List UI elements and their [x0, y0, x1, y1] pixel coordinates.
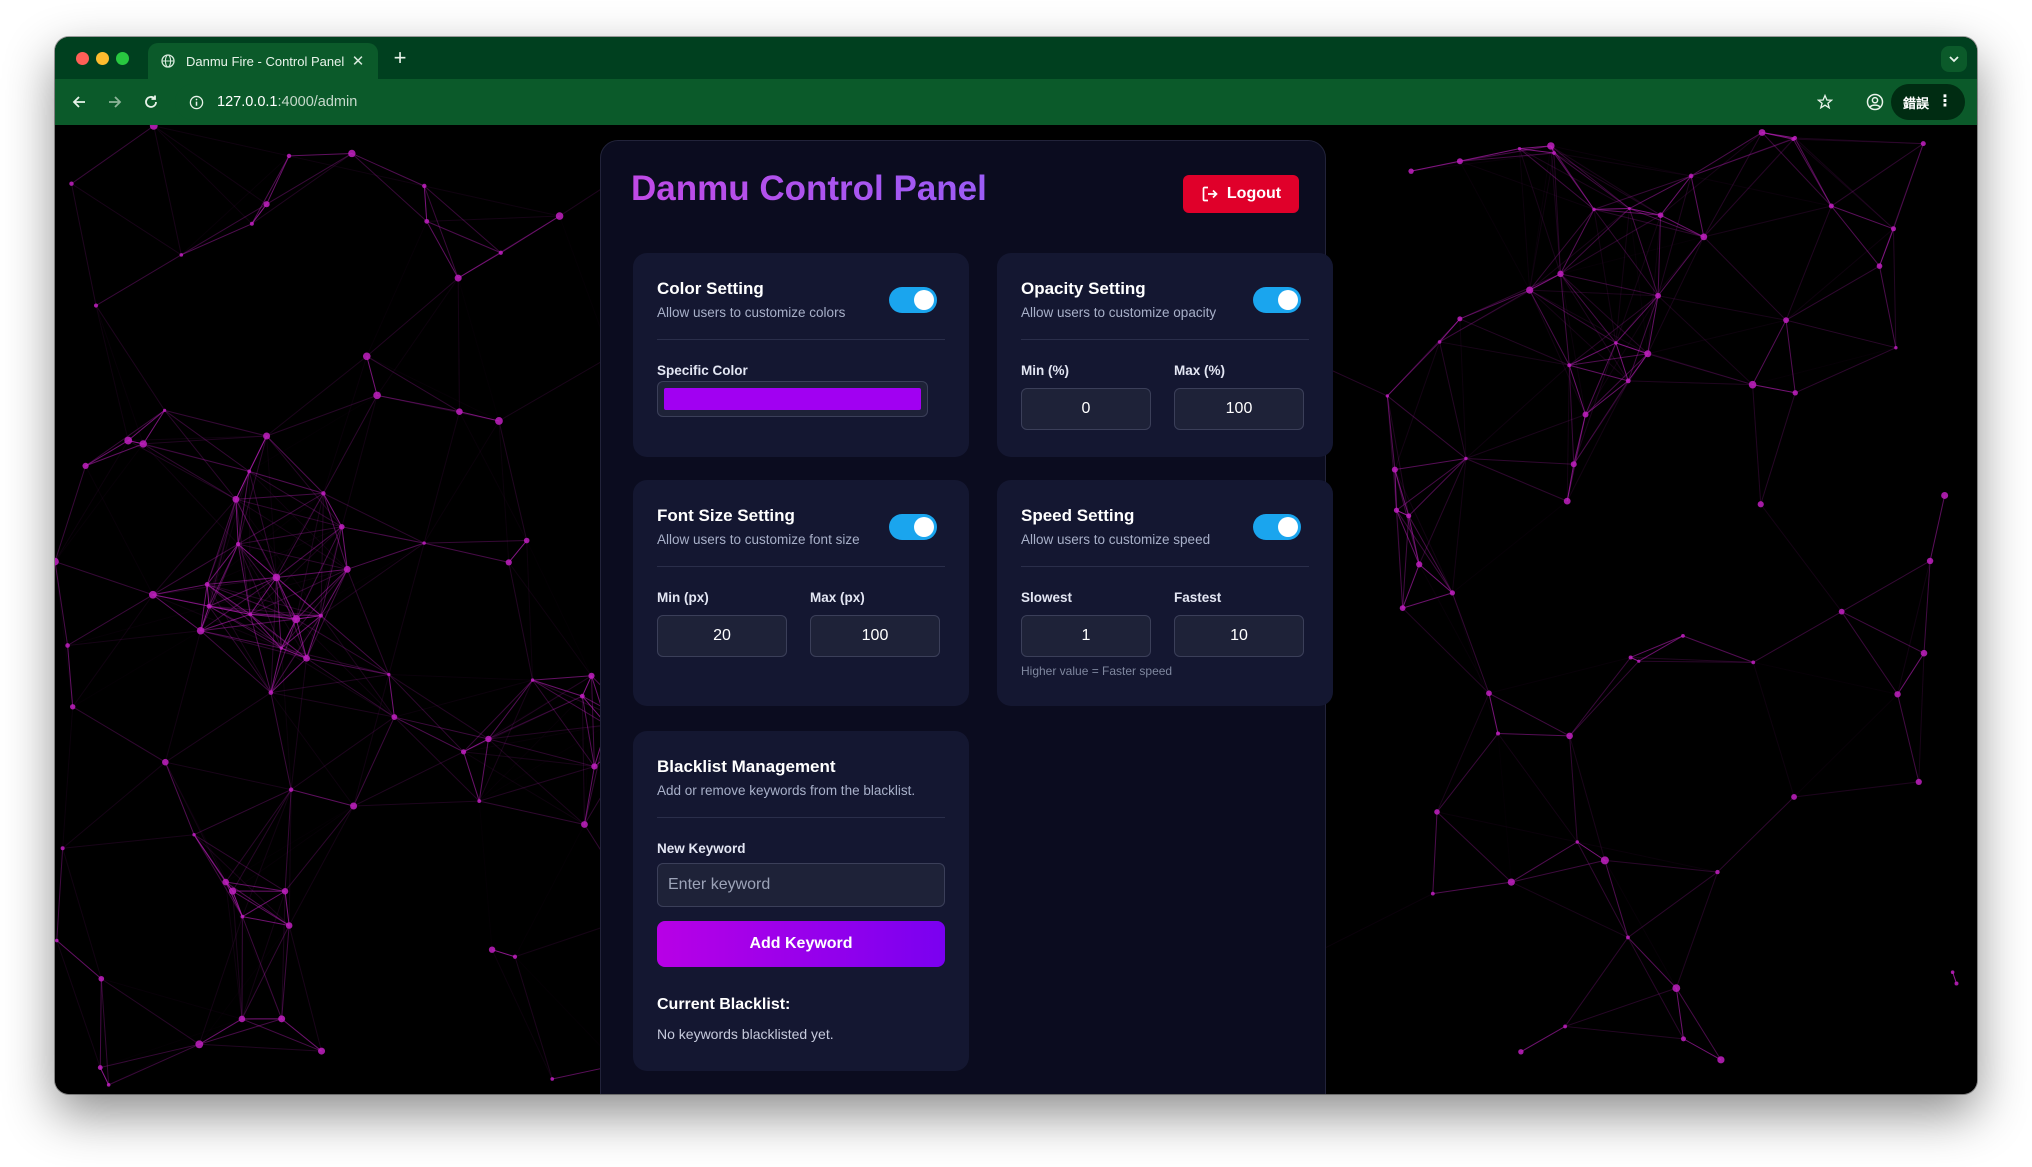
card-description: Allow users to customize colors: [657, 305, 846, 320]
account-icon: [1866, 93, 1884, 111]
close-window-button[interactable]: [76, 52, 89, 65]
font-size-setting-toggle[interactable]: [889, 514, 937, 540]
tab-title: Danmu Fire - Control Panel: [186, 53, 345, 69]
toggle-knob: [914, 290, 934, 310]
opacity-setting-card: Opacity Setting Allow users to customize…: [997, 253, 1333, 457]
toggle-knob: [1278, 290, 1298, 310]
card-title: Blacklist Management: [657, 757, 836, 776]
tab-search-button[interactable]: [1941, 46, 1967, 72]
error-label: 錯誤: [1902, 95, 1929, 111]
browser-toolbar: 127.0.0.1:4000/admin 錯誤 ⋮: [55, 79, 1977, 125]
card-description: Add or remove keywords from the blacklis…: [657, 783, 916, 798]
blacklist-card: Blacklist Management Add or remove keywo…: [633, 731, 969, 1071]
new-tab-button[interactable]: +: [388, 47, 412, 69]
control-panel: Danmu Control Panel Logout Color Setting…: [600, 140, 1333, 1094]
speed-slowest-label: Slowest: [1021, 590, 1073, 605]
minimize-window-button[interactable]: [96, 52, 109, 65]
divider: [657, 817, 945, 818]
card-title: Opacity Setting: [1021, 279, 1146, 298]
logout-button[interactable]: Logout: [1183, 175, 1299, 213]
specific-color-label: Specific Color: [657, 363, 748, 378]
address-bar[interactable]: 127.0.0.1:4000/admin: [175, 84, 1935, 120]
page-title: Danmu Control Panel: [631, 169, 987, 208]
arrow-left-icon: [72, 96, 85, 108]
color-setting-card: Color Setting Allow users to customize c…: [633, 253, 969, 457]
speed-hint: Higher value = Faster speed: [1021, 664, 1173, 678]
site-info-icon[interactable]: [187, 93, 205, 111]
bookmark-button[interactable]: [1813, 90, 1837, 114]
profile-button[interactable]: [1863, 90, 1887, 114]
blacklist-empty-message: No keywords blacklisted yet.: [657, 1026, 834, 1042]
error-menu-button[interactable]: 錯誤 ⋮: [1890, 84, 1965, 120]
speed-fastest-label: Fastest: [1174, 590, 1222, 605]
opacity-max-input[interactable]: 100: [1174, 388, 1304, 430]
speed-setting-card: Speed Setting Allow users to customize s…: [997, 480, 1333, 706]
speed-setting-toggle[interactable]: [1253, 514, 1301, 540]
card-title: Speed Setting: [1021, 506, 1135, 525]
url-path: :4000/admin: [277, 94, 358, 110]
card-description: Allow users to customize speed: [1021, 532, 1211, 547]
speed-fastest-input[interactable]: 10: [1174, 615, 1304, 657]
opacity-setting-toggle[interactable]: [1253, 287, 1301, 313]
card-title: Color Setting: [657, 279, 764, 298]
arrow-right-icon: [109, 96, 122, 108]
globe-icon: [160, 53, 176, 69]
new-keyword-label: New Keyword: [657, 841, 746, 856]
toggle-knob: [914, 517, 934, 537]
color-setting-toggle[interactable]: [889, 287, 937, 313]
font-size-max-label: Max (px): [810, 590, 865, 605]
keyword-input[interactable]: Enter keyword: [657, 863, 945, 907]
divider: [1021, 339, 1309, 340]
font-size-min-input[interactable]: 20: [657, 615, 787, 657]
toggle-knob: [1278, 517, 1298, 537]
font-size-min-label: Min (px): [657, 590, 709, 605]
reload-icon: [145, 95, 157, 108]
card-title: Font Size Setting: [657, 506, 795, 525]
specific-color-picker[interactable]: [657, 381, 928, 417]
add-keyword-button[interactable]: Add Keyword: [657, 921, 945, 967]
opacity-min-input[interactable]: 0: [1021, 388, 1151, 430]
url-host: 127.0.0.1: [217, 94, 278, 110]
maximize-window-button[interactable]: [116, 52, 129, 65]
speed-slowest-input[interactable]: 1: [1021, 615, 1151, 657]
card-description: Allow users to customize font size: [657, 532, 860, 547]
current-blacklist-heading: Current Blacklist:: [657, 996, 791, 1013]
card-description: Allow users to customize opacity: [1021, 305, 1217, 320]
page-content: Danmu Control Panel Logout Color Setting…: [55, 125, 1977, 1094]
font-size-max-input[interactable]: 100: [810, 615, 940, 657]
logout-label: Logout: [1226, 185, 1282, 202]
tab-active[interactable]: Danmu Fire - Control Panel ✕: [148, 43, 378, 79]
back-button[interactable]: [67, 90, 91, 114]
forward-button[interactable]: [103, 90, 127, 114]
font-size-setting-card: Font Size Setting Allow users to customi…: [633, 480, 969, 706]
logout-icon: [1202, 186, 1218, 202]
reload-button[interactable]: [139, 90, 163, 114]
browser-window: Danmu Fire - Control Panel ✕ + 127.0.0.1…: [55, 37, 1977, 1094]
opacity-min-label: Min (%): [1021, 363, 1069, 378]
star-icon: [1817, 94, 1833, 110]
color-swatch: [664, 388, 921, 410]
more-vert-icon: ⋮: [1937, 93, 1953, 110]
divider: [657, 566, 945, 567]
tab-strip: Danmu Fire - Control Panel ✕ +: [55, 37, 1977, 79]
divider: [1021, 566, 1309, 567]
divider: [657, 339, 945, 340]
tab-close-icon[interactable]: ✕: [350, 52, 366, 70]
chevron-down-icon: [1949, 56, 1959, 63]
opacity-max-label: Max (%): [1174, 363, 1226, 378]
